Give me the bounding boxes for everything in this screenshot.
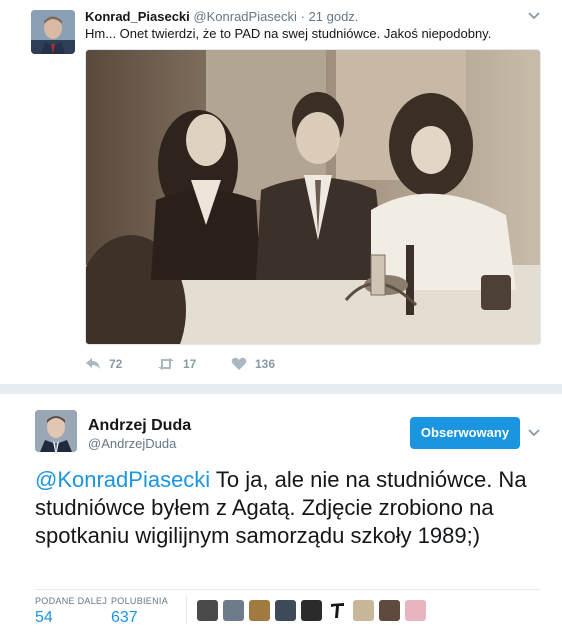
liker-avatar[interactable] [301,600,322,621]
chevron-down-icon[interactable] [527,426,541,438]
liker-avatar[interactable] [275,600,296,621]
retweets-label: PODANE DALEJ [35,596,108,606]
liker-avatar[interactable] [327,600,348,621]
avatar-konrad[interactable] [31,10,75,54]
tweet-andrzej: Andrzej Duda @AndrzejDuda Obserwowany @K… [0,394,562,632]
reply-action[interactable]: 72 [85,357,122,371]
like-action[interactable]: 136 [231,357,275,371]
likes-stat[interactable]: POLUBIENIA 637 [111,595,168,628]
likes-value: 637 [111,609,138,626]
author-handle[interactable]: @AndrzejDuda [88,436,176,452]
tweet-header: Konrad_Piasecki @KonradPiasecki · 21 god… [85,9,358,25]
tweet-timestamp[interactable]: 21 godz. [309,9,359,24]
separator-dot: · [300,9,305,24]
mention-link[interactable]: @KonradPiasecki [35,467,210,492]
reply-count: 72 [109,357,123,371]
tweet-text: @KonradPiasecki To ja, ale nie na studni… [35,466,555,550]
like-count: 136 [255,357,276,371]
likes-label: POLUBIENIA [111,596,169,606]
liker-avatar[interactable] [379,600,400,621]
tweet-photo[interactable] [85,49,541,345]
reply-icon[interactable] [85,357,101,371]
retweet-count: 17 [183,357,197,371]
author-name[interactable]: Konrad_Piasecki [85,9,190,24]
liker-avatar[interactable] [353,600,374,621]
stats-vertical-divider [186,595,187,625]
following-button[interactable]: Obserwowany [410,417,520,449]
liker-avatar[interactable] [197,600,218,621]
author-handle[interactable]: @KonradPiasecki [193,9,297,24]
retweets-stat[interactable]: PODANE DALEJ 54 [35,595,107,628]
author-name[interactable]: Andrzej Duda [88,416,191,436]
tweet-text: Hm... Onet twierdzi, że to PAD na swej s… [85,26,492,41]
liker-avatar[interactable] [249,600,270,621]
stats-divider [35,589,540,590]
tweet-divider [0,384,562,394]
liker-avatar[interactable] [223,600,244,621]
retweet-icon[interactable] [157,357,175,371]
liker-avatar[interactable] [405,600,426,621]
retweets-value: 54 [35,609,53,626]
chevron-down-icon[interactable] [527,9,543,23]
retweet-action[interactable]: 17 [157,357,196,371]
heart-icon[interactable] [231,357,247,371]
avatar-andrzej[interactable] [35,410,77,452]
tweet-konrad[interactable]: Konrad_Piasecki @KonradPiasecki · 21 god… [0,0,562,384]
